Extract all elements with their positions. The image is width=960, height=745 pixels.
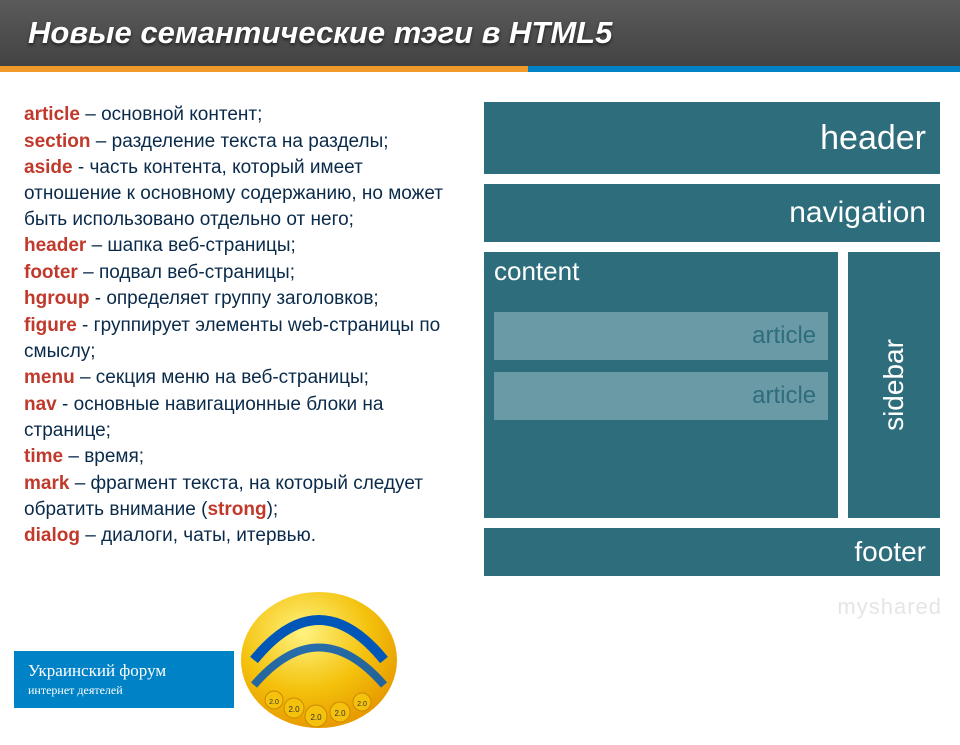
diagram-navigation: navigation bbox=[484, 184, 940, 242]
def-time: time – время; bbox=[24, 444, 464, 470]
brand-line2: интернет деятелей bbox=[28, 683, 216, 698]
def-article: article – основной контент; bbox=[24, 102, 464, 128]
definitions-list: article – основной контент; section – ра… bbox=[24, 102, 464, 576]
svg-text:2.0: 2.0 bbox=[357, 701, 367, 708]
def-section: section – разделение текста на разделы; bbox=[24, 129, 464, 155]
diagram-header: header bbox=[484, 102, 940, 174]
brand-line1: Украинский форум bbox=[28, 661, 216, 681]
diagram-sidebar: sidebar bbox=[848, 252, 940, 518]
def-figure: figure - группирует элементы web-страниц… bbox=[24, 313, 464, 364]
balloon-icon: 2.0 2.0 2.0 2.0 2.0 bbox=[234, 590, 404, 740]
svg-text:2.0: 2.0 bbox=[310, 713, 322, 722]
title-bar: Новые семантические тэги в HTML5 bbox=[0, 0, 960, 72]
def-nav: nav - основные навигационные блоки на ст… bbox=[24, 392, 464, 443]
layout-diagram: header navigation content article articl… bbox=[484, 102, 940, 576]
diagram-footer: footer bbox=[484, 528, 940, 576]
svg-text:2.0: 2.0 bbox=[269, 699, 279, 706]
def-header: header – шапка веб-страницы; bbox=[24, 233, 464, 259]
def-footer: footer – подвал веб-страницы; bbox=[24, 260, 464, 286]
diagram-content-label: content bbox=[494, 256, 579, 287]
watermark: myshared bbox=[837, 594, 942, 620]
svg-text:2.0: 2.0 bbox=[288, 705, 300, 714]
diagram-content: content article article bbox=[484, 252, 838, 518]
diagram-midrow: content article article sidebar bbox=[484, 252, 940, 518]
def-menu: menu – секция меню на веб-страницы; bbox=[24, 365, 464, 391]
def-dialog: dialog – диалоги, чаты, итервью. bbox=[24, 523, 464, 549]
diagram-article-2: article bbox=[494, 372, 828, 420]
slide-title: Новые семантические тэги в HTML5 bbox=[28, 15, 612, 51]
content-row: article – основной контент; section – ра… bbox=[0, 72, 960, 576]
def-mark: mark – фрагмент текста, на который следу… bbox=[24, 471, 464, 522]
diagram-sidebar-label: sidebar bbox=[878, 339, 910, 431]
brand-badge: Украинский форум интернет деятелей bbox=[14, 651, 234, 708]
diagram-article-1: article bbox=[494, 312, 828, 360]
def-hgroup: hgroup - определяет группу заголовков; bbox=[24, 286, 464, 312]
def-aside: aside - часть контента, который имеет от… bbox=[24, 155, 464, 232]
svg-text:2.0: 2.0 bbox=[334, 709, 346, 718]
